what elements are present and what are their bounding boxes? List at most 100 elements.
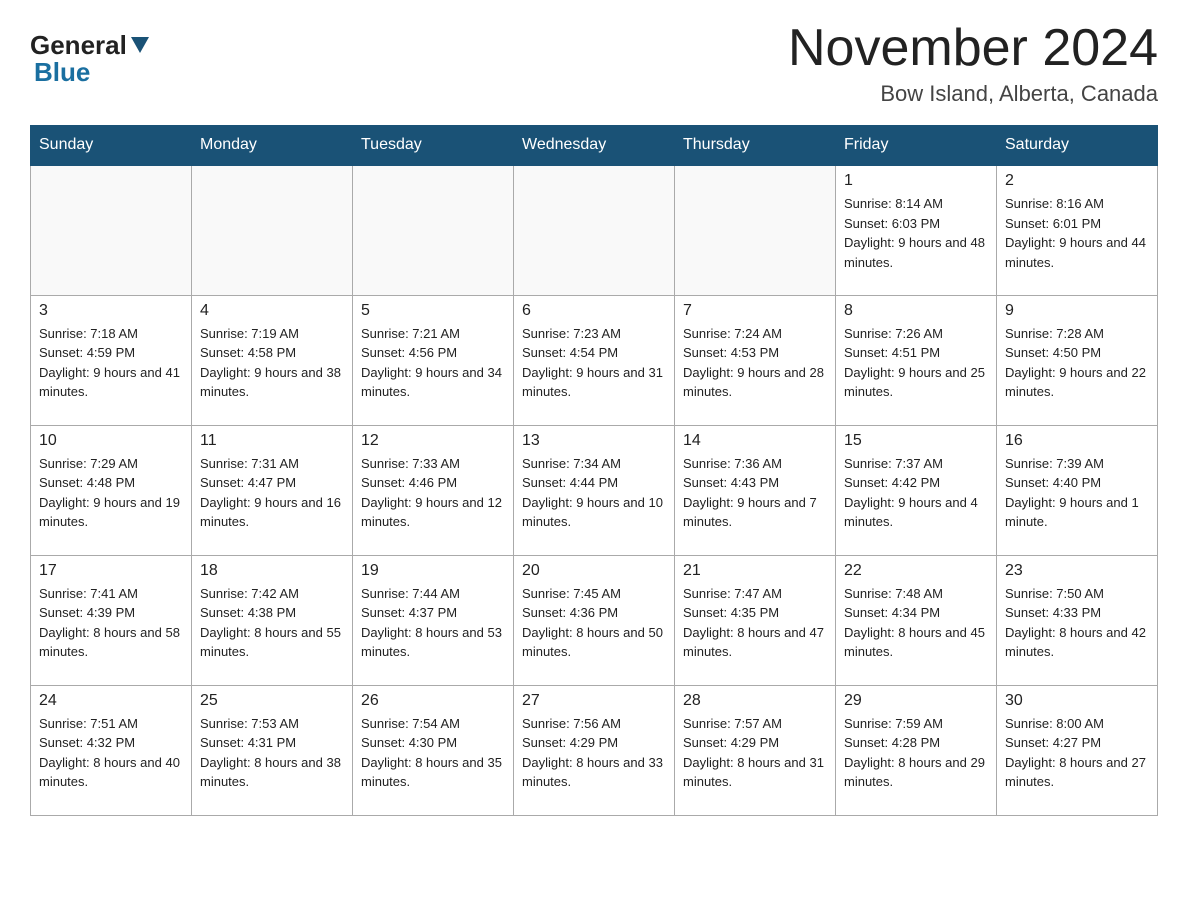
day-number: 7 bbox=[683, 302, 827, 320]
calendar-cell: 10Sunrise: 7:29 AMSunset: 4:48 PMDayligh… bbox=[31, 425, 192, 555]
day-number: 1 bbox=[844, 172, 988, 190]
weekday-header-friday: Friday bbox=[836, 126, 997, 166]
calendar-cell: 3Sunrise: 7:18 AMSunset: 4:59 PMDaylight… bbox=[31, 295, 192, 425]
sun-info: Sunrise: 7:18 AMSunset: 4:59 PMDaylight:… bbox=[39, 324, 183, 402]
calendar-cell: 15Sunrise: 7:37 AMSunset: 4:42 PMDayligh… bbox=[836, 425, 997, 555]
day-number: 11 bbox=[200, 432, 344, 450]
calendar-cell: 16 Sunrise: 7:39 AMSunset: 4:40 PMDayligh… bbox=[997, 425, 1158, 555]
calendar-cell: 19Sunrise: 7:44 AMSunset: 4:37 PMDayligh… bbox=[353, 555, 514, 685]
sun-info: Sunrise: 7:48 AMSunset: 4:34 PMDaylight:… bbox=[844, 584, 988, 662]
day-number: 5 bbox=[361, 302, 505, 320]
calendar-cell: 4 Sunrise: 7:19 AMSunset: 4:58 PMDaylight… bbox=[192, 295, 353, 425]
calendar-cell bbox=[514, 165, 675, 295]
day-number: 6 bbox=[522, 302, 666, 320]
sun-info: Sunrise: 7:31 AMSunset: 4:47 PMDaylight:… bbox=[200, 454, 344, 532]
weekday-header-wednesday: Wednesday bbox=[514, 126, 675, 166]
calendar-cell: 18 Sunrise: 7:42 AMSunset: 4:38 PMDayligh… bbox=[192, 555, 353, 685]
calendar-cell bbox=[31, 165, 192, 295]
day-number: 14 bbox=[683, 432, 827, 450]
month-title: November 2024 bbox=[788, 20, 1158, 77]
day-number: 10 bbox=[39, 432, 183, 450]
day-number: 27 bbox=[522, 692, 666, 710]
calendar-cell: 24 Sunrise: 7:51 AMSunset: 4:32 PMDayligh… bbox=[31, 685, 192, 815]
day-number: 23 bbox=[1005, 562, 1149, 580]
day-number: 30 bbox=[1005, 692, 1149, 710]
day-number: 12 bbox=[361, 432, 505, 450]
calendar-cell bbox=[192, 165, 353, 295]
calendar-cell: 22 Sunrise: 7:48 AMSunset: 4:34 PMDayligh… bbox=[836, 555, 997, 685]
day-number: 16 bbox=[1005, 432, 1149, 450]
sun-info: Sunrise: 7:50 AMSunset: 4:33 PMDaylight:… bbox=[1005, 584, 1149, 662]
calendar-cell: 13Sunrise: 7:34 AMSunset: 4:44 PMDayligh… bbox=[514, 425, 675, 555]
calendar-cell: 2 Sunrise: 8:16 AMSunset: 6:01 PMDaylight… bbox=[997, 165, 1158, 295]
sun-info: Sunrise: 8:14 AMSunset: 6:03 PMDaylight:… bbox=[844, 194, 988, 272]
calendar-cell bbox=[675, 165, 836, 295]
sun-info: Sunrise: 7:26 AMSunset: 4:51 PMDaylight:… bbox=[844, 324, 988, 402]
sun-info: Sunrise: 7:33 AMSunset: 4:46 PMDaylight:… bbox=[361, 454, 505, 532]
weekday-header-sunday: Sunday bbox=[31, 126, 192, 166]
logo-blue: Blue bbox=[34, 57, 90, 87]
calendar-cell: 5 Sunrise: 7:21 AMSunset: 4:56 PMDaylight… bbox=[353, 295, 514, 425]
sun-info: Sunrise: 7:36 AMSunset: 4:43 PMDaylight:… bbox=[683, 454, 827, 532]
calendar-cell: 7 Sunrise: 7:24 AMSunset: 4:53 PMDaylight… bbox=[675, 295, 836, 425]
sun-info: Sunrise: 7:51 AMSunset: 4:32 PMDaylight:… bbox=[39, 714, 183, 792]
sun-info: Sunrise: 8:16 AMSunset: 6:01 PMDaylight:… bbox=[1005, 194, 1149, 272]
day-number: 21 bbox=[683, 562, 827, 580]
day-number: 28 bbox=[683, 692, 827, 710]
calendar-cell: 20 Sunrise: 7:45 AMSunset: 4:36 PMDayligh… bbox=[514, 555, 675, 685]
sun-info: Sunrise: 7:41 AMSunset: 4:39 PMDaylight:… bbox=[39, 584, 183, 662]
sun-info: Sunrise: 7:47 AMSunset: 4:35 PMDaylight:… bbox=[683, 584, 827, 662]
calendar-cell: 23 Sunrise: 7:50 AMSunset: 4:33 PMDayligh… bbox=[997, 555, 1158, 685]
calendar-cell: 8 Sunrise: 7:26 AMSunset: 4:51 PMDaylight… bbox=[836, 295, 997, 425]
title-block: November 2024 Bow Island, Alberta, Canad… bbox=[788, 20, 1158, 107]
calendar-cell: 21 Sunrise: 7:47 AMSunset: 4:35 PMDayligh… bbox=[675, 555, 836, 685]
calendar-cell: 14 Sunrise: 7:36 AMSunset: 4:43 PMDayligh… bbox=[675, 425, 836, 555]
sun-info: Sunrise: 7:53 AMSunset: 4:31 PMDaylight:… bbox=[200, 714, 344, 792]
sun-info: Sunrise: 7:59 AMSunset: 4:28 PMDaylight:… bbox=[844, 714, 988, 792]
calendar-cell: 11 Sunrise: 7:31 AMSunset: 4:47 PMDayligh… bbox=[192, 425, 353, 555]
sun-info: Sunrise: 7:54 AMSunset: 4:30 PMDaylight:… bbox=[361, 714, 505, 792]
logo: General Blue bbox=[30, 30, 151, 88]
sun-info: Sunrise: 7:28 AMSunset: 4:50 PMDaylight:… bbox=[1005, 324, 1149, 402]
sun-info: Sunrise: 7:37 AMSunset: 4:42 PMDaylight:… bbox=[844, 454, 988, 532]
calendar-cell: 30 Sunrise: 8:00 AMSunset: 4:27 PMDayligh… bbox=[997, 685, 1158, 815]
weekday-header-thursday: Thursday bbox=[675, 126, 836, 166]
sun-info: Sunrise: 7:23 AMSunset: 4:54 PMDaylight:… bbox=[522, 324, 666, 402]
day-number: 26 bbox=[361, 692, 505, 710]
calendar-week-4: 17 Sunrise: 7:41 AMSunset: 4:39 PMDayligh… bbox=[31, 555, 1158, 685]
sun-info: Sunrise: 7:45 AMSunset: 4:36 PMDaylight:… bbox=[522, 584, 666, 662]
sun-info: Sunrise: 7:42 AMSunset: 4:38 PMDaylight:… bbox=[200, 584, 344, 662]
sun-info: Sunrise: 7:19 AMSunset: 4:58 PMDaylight:… bbox=[200, 324, 344, 402]
sun-info: Sunrise: 7:39 AMSunset: 4:40 PMDaylight:… bbox=[1005, 454, 1149, 532]
day-number: 4 bbox=[200, 302, 344, 320]
calendar-week-3: 10Sunrise: 7:29 AMSunset: 4:48 PMDayligh… bbox=[31, 425, 1158, 555]
day-number: 9 bbox=[1005, 302, 1149, 320]
day-number: 25 bbox=[200, 692, 344, 710]
weekday-header-tuesday: Tuesday bbox=[353, 126, 514, 166]
day-number: 20 bbox=[522, 562, 666, 580]
day-number: 2 bbox=[1005, 172, 1149, 190]
weekday-header-row: SundayMondayTuesdayWednesdayThursdayFrid… bbox=[31, 126, 1158, 166]
day-number: 17 bbox=[39, 562, 183, 580]
day-number: 22 bbox=[844, 562, 988, 580]
sun-info: Sunrise: 8:00 AMSunset: 4:27 PMDaylight:… bbox=[1005, 714, 1149, 792]
sun-info: Sunrise: 7:21 AMSunset: 4:56 PMDaylight:… bbox=[361, 324, 505, 402]
location-title: Bow Island, Alberta, Canada bbox=[788, 81, 1158, 107]
sun-info: Sunrise: 7:24 AMSunset: 4:53 PMDaylight:… bbox=[683, 324, 827, 402]
calendar-cell: 29 Sunrise: 7:59 AMSunset: 4:28 PMDayligh… bbox=[836, 685, 997, 815]
day-number: 24 bbox=[39, 692, 183, 710]
calendar-week-1: 1 Sunrise: 8:14 AMSunset: 6:03 PMDaylight… bbox=[31, 165, 1158, 295]
sun-info: Sunrise: 7:57 AMSunset: 4:29 PMDaylight:… bbox=[683, 714, 827, 792]
calendar-cell: 28 Sunrise: 7:57 AMSunset: 4:29 PMDayligh… bbox=[675, 685, 836, 815]
day-number: 13 bbox=[522, 432, 666, 450]
calendar-cell: 17 Sunrise: 7:41 AMSunset: 4:39 PMDayligh… bbox=[31, 555, 192, 685]
day-number: 19 bbox=[361, 562, 505, 580]
day-number: 29 bbox=[844, 692, 988, 710]
day-number: 8 bbox=[844, 302, 988, 320]
calendar-cell: 6 Sunrise: 7:23 AMSunset: 4:54 PMDaylight… bbox=[514, 295, 675, 425]
calendar-table: SundayMondayTuesdayWednesdayThursdayFrid… bbox=[30, 125, 1158, 816]
day-number: 18 bbox=[200, 562, 344, 580]
calendar-cell bbox=[353, 165, 514, 295]
calendar-week-2: 3Sunrise: 7:18 AMSunset: 4:59 PMDaylight… bbox=[31, 295, 1158, 425]
calendar-cell: 25 Sunrise: 7:53 AMSunset: 4:31 PMDayligh… bbox=[192, 685, 353, 815]
